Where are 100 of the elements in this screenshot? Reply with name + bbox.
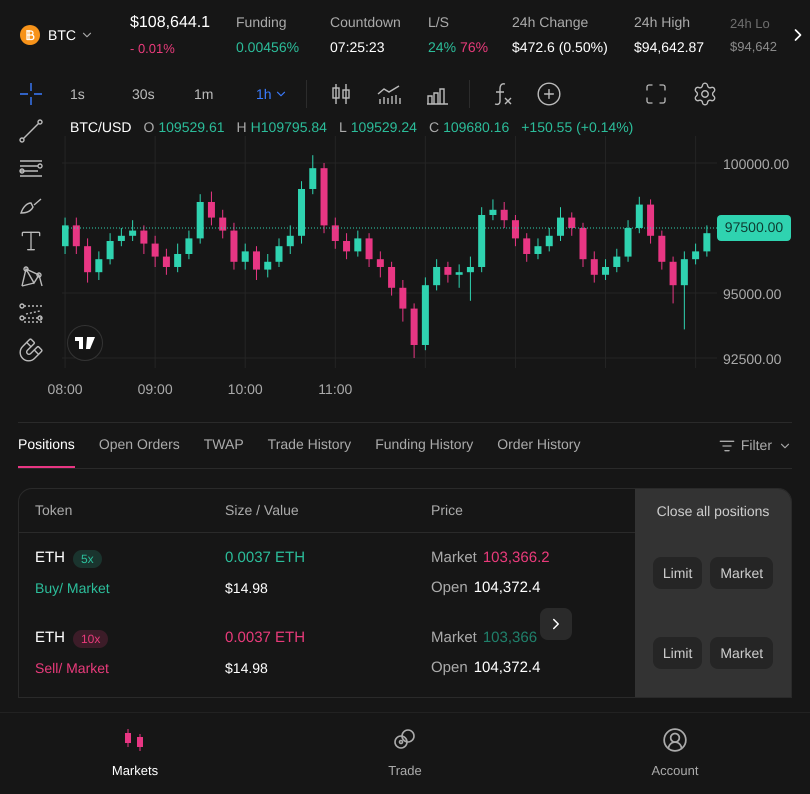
candle — [658, 230, 666, 270]
candle — [286, 224, 294, 254]
tab[interactable]: Positions — [18, 423, 75, 468]
stat-value: 76% — [460, 38, 488, 57]
symbol-selector[interactable]: BTC — [48, 24, 94, 46]
candle — [523, 232, 530, 262]
stat-label: L/S — [428, 13, 450, 32]
candle — [557, 206, 564, 242]
candle — [670, 256, 677, 304]
nav-tab[interactable]: Account — [540, 713, 810, 794]
candle — [152, 235, 159, 268]
tab[interactable]: Order History — [497, 423, 580, 468]
candle — [410, 302, 418, 358]
candle — [489, 198, 496, 221]
candle — [366, 232, 373, 268]
candle — [478, 206, 486, 273]
interval-tab[interactable]: 1h — [248, 84, 310, 104]
crosshair-icon[interactable] — [17, 80, 45, 108]
user-icon — [662, 726, 688, 753]
close-position-button[interactable]: Limit — [652, 557, 702, 589]
candle — [95, 250, 102, 280]
candle — [309, 154, 316, 195]
price-label: Market — [431, 548, 477, 568]
stat-label: 24h Change — [512, 13, 590, 32]
stat-value: 0.00456% — [236, 38, 300, 57]
candle — [62, 217, 69, 254]
candle — [534, 238, 542, 260]
fullscreen-icon[interactable] — [644, 82, 668, 106]
tab[interactable]: TWAP — [204, 423, 244, 468]
candle — [230, 222, 238, 270]
time-axis-label: 10:00 — [226, 380, 264, 399]
open-price: 104,372.4 — [474, 658, 540, 678]
filter-button[interactable]: Filter — [718, 423, 792, 468]
interval-tab[interactable]: 30s — [124, 84, 186, 104]
tradingview-logo — [67, 325, 103, 361]
close-position-button[interactable]: Limit — [652, 637, 702, 669]
stat-label: 24h High — [634, 13, 692, 32]
price-label: Market — [431, 628, 477, 648]
candle — [208, 191, 215, 226]
stat-value: $94,642 — [730, 38, 777, 56]
token-name: ETH — [35, 628, 65, 648]
column-header: Token — [34, 501, 74, 520]
candle — [590, 250, 598, 284]
candle — [332, 217, 339, 250]
candle — [320, 162, 328, 234]
candle — [162, 248, 170, 276]
candle — [343, 232, 350, 260]
stat-label: 24h Lo — [730, 14, 771, 32]
price-axis-label: 95000.00 — [723, 284, 782, 304]
stat-value: $94,642.87 — [634, 38, 704, 57]
bitcoin-coin-icon — [20, 25, 40, 45]
candle — [444, 261, 452, 284]
candle — [174, 243, 182, 273]
ohlc-value: 109680.16 — [443, 118, 510, 136]
leverage-badge: 10x — [73, 630, 108, 648]
candle — [602, 258, 610, 280]
stat-value: $472.6 (0.50%) — [512, 38, 608, 57]
ohlc-value: 109529.61 — [158, 118, 225, 136]
candle — [276, 238, 282, 268]
add-indicator-icon[interactable] — [536, 81, 562, 107]
filter-icon — [718, 438, 735, 454]
tab[interactable]: Open Orders — [98, 423, 180, 468]
stat-label: Countdown — [330, 13, 402, 32]
ohlc-value: 109529.24 — [350, 118, 417, 136]
pair-label: BTC/USD — [70, 118, 132, 136]
time-axis-label: 09:00 — [136, 380, 174, 399]
candle — [613, 248, 620, 273]
price-label: Open — [431, 578, 468, 598]
position-value: $14.98 — [225, 658, 269, 678]
candle — [140, 224, 148, 254]
candle — [72, 217, 80, 254]
candle — [376, 250, 384, 278]
interval-tab[interactable]: 1s — [62, 84, 124, 104]
candle — [84, 238, 92, 284]
candle — [466, 256, 474, 302]
candle — [692, 243, 700, 265]
candle — [264, 254, 272, 278]
settings-icon[interactable] — [692, 81, 718, 107]
tab[interactable]: Trade History — [268, 423, 352, 468]
candle — [703, 224, 710, 258]
candle — [129, 220, 136, 242]
interval-tab[interactable]: 1m — [186, 84, 248, 104]
nav-tab[interactable]: Trade — [270, 713, 540, 794]
candle — [185, 230, 192, 260]
candle — [252, 246, 260, 280]
last-price: $108,644.1 — [130, 13, 212, 34]
candle — [399, 280, 406, 322]
tab[interactable]: Funding History — [375, 423, 474, 468]
nav-tab[interactable]: Markets — [0, 713, 270, 794]
price-axis-label: 100000.00 — [723, 154, 790, 174]
candle — [647, 198, 654, 244]
position-size: 0.0037 ETH — [225, 548, 306, 568]
ohlc-key: L — [338, 116, 347, 138]
candle — [568, 212, 576, 236]
magnet-icon[interactable] — [18, 337, 44, 363]
candle — [196, 194, 204, 244]
market-price: 103,366.2 — [482, 548, 550, 568]
close-position-button[interactable]: Market — [710, 637, 774, 669]
line-tool-icon[interactable] — [17, 117, 45, 145]
close-position-button[interactable]: Market — [710, 557, 774, 589]
